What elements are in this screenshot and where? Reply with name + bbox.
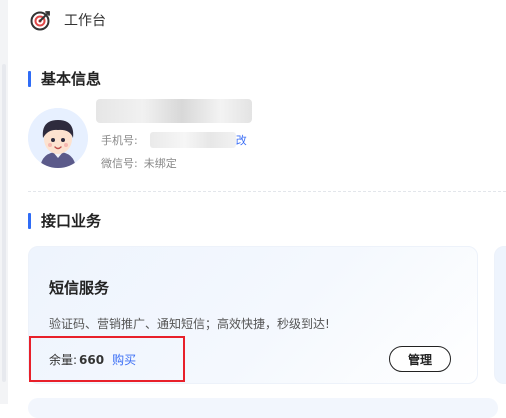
- username-blurred: [96, 99, 252, 123]
- page-title: 工作台: [64, 13, 106, 29]
- phone-value-blurred: [149, 132, 236, 148]
- manage-button[interactable]: 管理: [389, 346, 451, 372]
- lower-service-card[interactable]: [28, 398, 498, 418]
- wechat-row: 微信号: 未绑定: [101, 155, 177, 171]
- edit-phone-link[interactable]: 改: [236, 132, 247, 148]
- sms-card-title: 短信服务: [49, 279, 110, 297]
- next-service-card[interactable]: [494, 246, 506, 384]
- highlight-box: [29, 336, 185, 382]
- avatar-illustration: [28, 108, 88, 168]
- wechat-label: 微信号:: [101, 157, 138, 170]
- wechat-value: 未绑定: [143, 157, 177, 170]
- left-scrollbar[interactable]: [0, 0, 8, 404]
- heading-accent-bar: [28, 70, 31, 87]
- sms-card-description: 验证码、营销推广、通知短信；高效快捷，秒级到达!: [49, 317, 330, 331]
- avatar: [28, 108, 88, 168]
- api-business-heading: 接口业务: [28, 210, 101, 231]
- scrollbar-thumb[interactable]: [2, 64, 6, 382]
- api-business-title: 接口业务: [41, 212, 102, 230]
- target-icon: [30, 11, 50, 31]
- phone-row: 手机号: 改: [101, 132, 247, 148]
- header: 工作台: [30, 8, 106, 32]
- section-divider: [28, 191, 506, 192]
- basic-info-title: 基本信息: [41, 70, 102, 88]
- phone-label: 手机号:: [101, 134, 138, 147]
- heading-accent-bar: [28, 212, 31, 229]
- basic-info-heading: 基本信息: [28, 68, 101, 89]
